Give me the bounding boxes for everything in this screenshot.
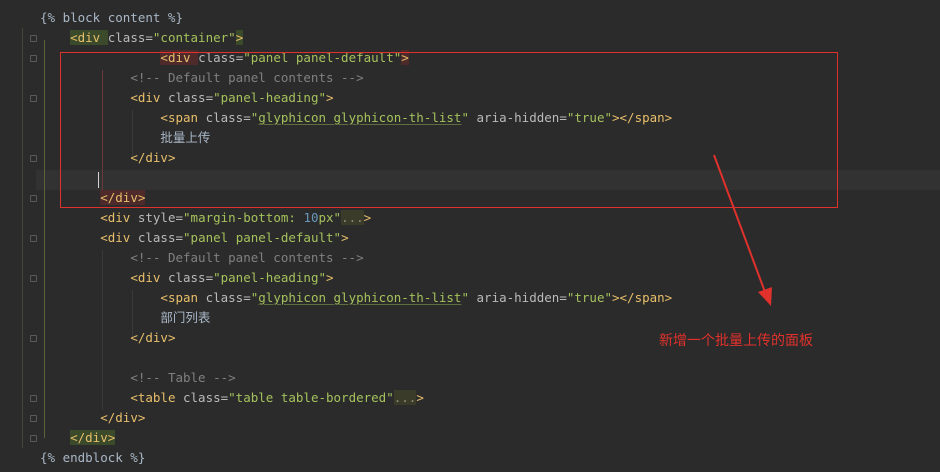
code-token: style= [137, 210, 184, 225]
code-token: "true" [566, 290, 612, 305]
code-token: <!-- Default panel contents --> [130, 250, 364, 265]
fold-marker-icon[interactable] [30, 55, 37, 62]
code-token: <div [70, 30, 108, 45]
editor-gutter [0, 0, 37, 472]
code-token: "table table-bordered" [228, 390, 394, 405]
code-token: > [416, 390, 424, 405]
code-line[interactable]: {% block content %} [40, 8, 183, 28]
code-token: </div> [70, 430, 116, 445]
fold-marker-icon[interactable] [30, 275, 37, 282]
code-line[interactable]: <div class="panel-heading"> [40, 268, 334, 288]
code-token: <!-- Table --> [130, 370, 236, 385]
gutter-change-marker [22, 28, 23, 448]
code-token: <div [100, 210, 138, 225]
code-token: > [235, 30, 244, 45]
fold-marker-icon[interactable] [30, 395, 37, 402]
code-line[interactable]: <!-- Default panel contents --> [40, 248, 364, 268]
code-line[interactable]: </div> [40, 408, 145, 428]
code-token: glyphicon glyphicon-th-list [258, 290, 462, 305]
code-token: </div> [100, 410, 146, 425]
code-token: > [363, 210, 372, 225]
code-token: ... [341, 210, 364, 225]
annotation-text: 新增一个批量上传的面板 [659, 333, 813, 349]
code-token: {% endblock %} [40, 450, 146, 465]
code-token: "panel-heading" [213, 270, 326, 285]
code-line[interactable]: <div style="margin-bottom: 10px"...> [40, 208, 371, 228]
fold-marker-icon[interactable] [30, 435, 37, 442]
fold-marker-icon[interactable] [30, 155, 37, 162]
fold-marker-icon[interactable] [30, 335, 37, 342]
code-token: class= [183, 390, 229, 405]
code-editor[interactable]: {% block content %} <div class="containe… [0, 0, 940, 472]
code-line[interactable]: <div class="container"> [40, 28, 244, 48]
code-token: aria-hidden= [476, 290, 567, 305]
code-token: class= [205, 290, 251, 305]
code-token: "panel panel-default" [183, 230, 342, 245]
code-token: " [461, 290, 477, 305]
code-token: px" [318, 210, 342, 225]
code-line[interactable]: 部门列表 [40, 308, 210, 328]
code-line[interactable]: <div class="panel panel-default"> [40, 228, 349, 248]
code-token: > [341, 230, 349, 245]
code-line[interactable]: <!-- Table --> [40, 368, 236, 388]
code-token: <span [160, 290, 206, 305]
code-token: "container" [152, 30, 236, 45]
code-line[interactable]: <span class= "glyphicon glyphicon-th-list… [40, 288, 672, 308]
code-line[interactable]: <table class="table table-bordered"...> [40, 388, 424, 408]
code-token: ... [393, 390, 417, 405]
code-token: </div> [130, 330, 176, 345]
code-token: > [326, 270, 334, 285]
code-token: {% block content %} [40, 10, 183, 25]
code-line[interactable]: {% endblock %} [40, 448, 145, 468]
code-token: 部门列表 [160, 310, 211, 325]
code-line[interactable]: </div> [40, 428, 116, 448]
arrow-head [758, 287, 772, 306]
fold-marker-icon[interactable] [30, 235, 37, 242]
fold-marker-icon[interactable] [30, 195, 37, 202]
code-token: class= [137, 230, 184, 245]
annotation-highlight-box [60, 52, 838, 208]
fold-marker-icon[interactable] [30, 35, 37, 42]
fold-marker-icon[interactable] [30, 415, 37, 422]
fold-marker-icon[interactable] [30, 95, 37, 102]
code-token: 10 [303, 210, 319, 225]
code-token: class= [107, 30, 153, 45]
code-token: <table [130, 390, 183, 405]
code-token: class= [167, 270, 214, 285]
code-token: <div [130, 270, 168, 285]
code-token: "margin-bottom: [183, 210, 304, 225]
code-token: <div [100, 230, 138, 245]
code-line[interactable]: </div> [40, 328, 175, 348]
code-token: ></span> [612, 290, 673, 305]
